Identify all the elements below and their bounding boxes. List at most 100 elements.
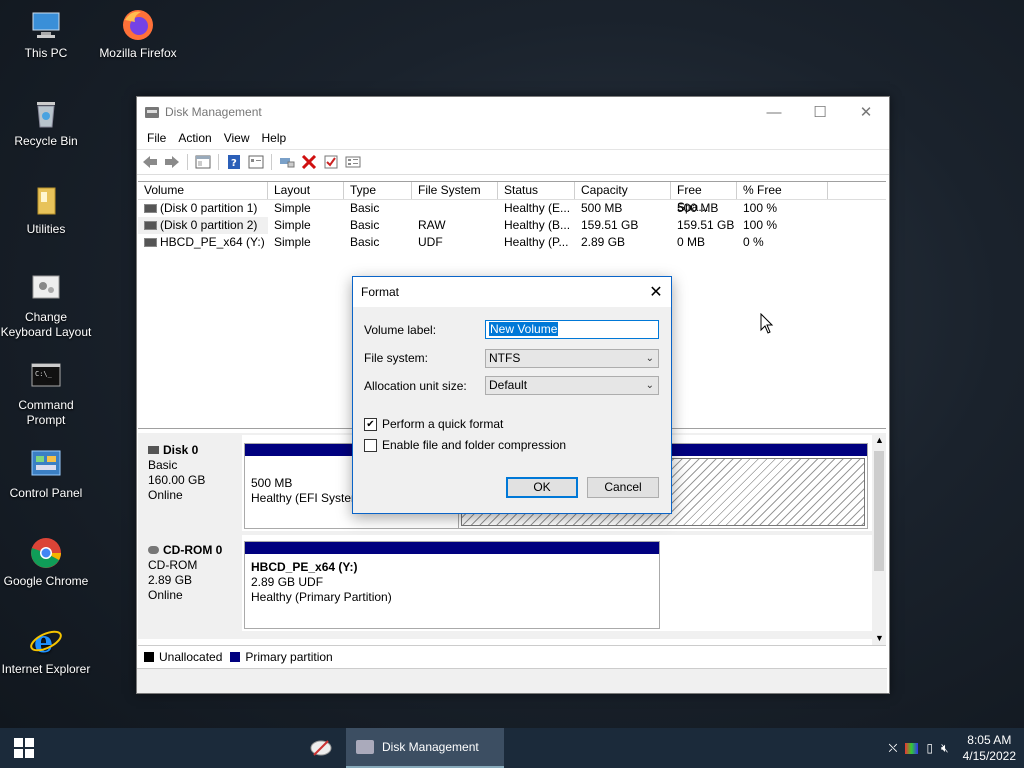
- forward-icon[interactable]: [163, 154, 181, 170]
- desktop-icon-control-panel[interactable]: Control Panel: [0, 448, 92, 501]
- desktop-icon-utilities[interactable]: Utilities: [0, 184, 92, 237]
- column-header-layout[interactable]: Layout: [268, 182, 344, 199]
- menu-file[interactable]: File: [141, 131, 172, 145]
- window-title: Disk Management: [165, 105, 262, 119]
- system-tray: ⛌ ▯ 🔇︎ 8:05 AM 4/15/2022: [888, 728, 1016, 768]
- taskbar-pinned-app[interactable]: [306, 728, 338, 768]
- internet-explorer-icon: e: [29, 624, 63, 660]
- desktop-icon-firefox[interactable]: Mozilla Firefox: [92, 8, 184, 61]
- desktop-icon-google-chrome[interactable]: Google Chrome: [0, 536, 92, 589]
- disk-size: 2.89 GB: [148, 573, 193, 587]
- cell-percent-free: 100 %: [743, 218, 778, 232]
- quick-format-checkbox[interactable]: ✔ Perform a quick format: [364, 417, 503, 431]
- dialog-title: Format: [361, 285, 400, 299]
- file-system-select[interactable]: NTFS ⌄: [485, 349, 659, 368]
- desktop-icon-recycle-bin[interactable]: Recycle Bin: [0, 96, 92, 149]
- dialog-titlebar[interactable]: Format ✕: [353, 277, 671, 307]
- usb-icon[interactable]: ▯: [926, 741, 933, 755]
- column-header-type[interactable]: Type: [344, 182, 412, 199]
- cell-file-system: [412, 200, 498, 217]
- svg-text:?: ?: [231, 158, 237, 169]
- console-tree-icon[interactable]: [194, 154, 212, 170]
- clock[interactable]: 8:05 AM 4/15/2022: [963, 732, 1016, 764]
- view-icon[interactable]: [344, 154, 362, 170]
- desktop-icon-label: Internet Explorer: [1, 662, 91, 676]
- desktop-icon-label-line1: Change: [24, 310, 68, 324]
- file-system-caption: File system:: [364, 351, 429, 365]
- column-header-status[interactable]: Status: [498, 182, 575, 199]
- check-icon[interactable]: [322, 154, 340, 170]
- disk-type: CD-ROM: [148, 558, 198, 572]
- column-header-percent-free[interactable]: % Free: [737, 182, 828, 199]
- svg-text:e: e: [34, 625, 53, 658]
- column-header-file-system[interactable]: File System: [412, 182, 498, 199]
- connect-icon[interactable]: [278, 154, 296, 170]
- desktop-icon-label-line2: Keyboard Layout: [0, 325, 92, 339]
- close-button[interactable]: ✕: [843, 97, 889, 127]
- menu-help[interactable]: Help: [256, 131, 293, 145]
- partition-hbcd[interactable]: HBCD_PE_x64 (Y:) 2.89 GB UDF Healthy (Pr…: [244, 541, 660, 629]
- scrollbar-thumb[interactable]: [874, 451, 884, 571]
- dialog-close-button[interactable]: ✕: [641, 277, 671, 307]
- ok-button[interactable]: OK: [506, 477, 578, 498]
- desktop-icon-internet-explorer[interactable]: e Internet Explorer: [0, 624, 92, 677]
- table-row[interactable]: (Disk 0 partition 1) Simple Basic Health…: [138, 200, 886, 217]
- partition-status: Healthy (Primary Partition): [251, 590, 392, 604]
- column-header-volume[interactable]: Volume: [138, 182, 268, 199]
- cell-percent-free: 100 %: [743, 201, 778, 215]
- desktop-icon-this-pc[interactable]: This PC: [0, 8, 92, 61]
- disk-type: Basic: [148, 458, 178, 472]
- allocation-unit-select[interactable]: Default ⌄: [485, 376, 659, 395]
- scroll-up-icon[interactable]: ▲: [875, 435, 884, 445]
- table-row[interactable]: (Disk 0 partition 2) Simple Basic RAW He…: [138, 217, 886, 234]
- firefox-icon: [121, 8, 155, 42]
- windows-logo-icon: [14, 738, 34, 758]
- disk-status: Online: [148, 488, 183, 502]
- unallocated-swatch: [144, 651, 154, 662]
- maximize-button[interactable]: ☐: [797, 97, 843, 127]
- column-header-capacity[interactable]: Capacity: [575, 182, 671, 199]
- cell-capacity: 159.51 GB: [581, 218, 639, 232]
- menu-view[interactable]: View: [218, 131, 256, 145]
- cd-drive-icon: [148, 546, 159, 554]
- cdrom-0-info[interactable]: CD-ROM 0 CD-ROM 2.89 GB Online: [138, 535, 242, 631]
- scroll-down-icon[interactable]: ▼: [875, 633, 884, 643]
- menu-action[interactable]: Action: [172, 131, 217, 145]
- display-icon[interactable]: [905, 742, 919, 754]
- volume-label-value: New Volume: [489, 322, 559, 336]
- format-dialog: Format ✕ Volume label: New Volume File s…: [352, 276, 672, 514]
- start-button[interactable]: [0, 728, 48, 768]
- allocation-unit-caption: Allocation unit size:: [364, 379, 467, 393]
- chevron-down-icon: ⌄: [645, 353, 654, 364]
- cell-layout: Simple: [274, 235, 311, 249]
- desktop-icon-change-keyboard-layout[interactable]: Change Keyboard Layout: [0, 272, 92, 340]
- checkbox-checked-icon: ✔: [364, 417, 377, 431]
- disk-name: CD-ROM 0: [163, 543, 223, 557]
- network-icon[interactable]: ⛌: [888, 741, 897, 756]
- cell-status: Healthy (E...: [504, 201, 571, 215]
- legend: Unallocated Primary partition: [138, 645, 886, 667]
- clock-date: 4/15/2022: [962, 749, 1016, 763]
- delete-icon[interactable]: [300, 154, 318, 170]
- back-icon[interactable]: [141, 154, 159, 170]
- compression-checkbox[interactable]: Enable file and folder compression: [364, 438, 566, 452]
- chrome-icon: [29, 536, 63, 570]
- cell-percent-free: 0 %: [743, 235, 764, 249]
- desktop-icon-command-prompt[interactable]: C:\_ Command Prompt: [0, 360, 92, 428]
- disk-0-info[interactable]: Disk 0 Basic 160.00 GB Online: [138, 435, 242, 531]
- column-header-free-space[interactable]: Free Spa...: [671, 182, 737, 214]
- properties-icon[interactable]: [247, 154, 265, 170]
- help-icon[interactable]: ?: [225, 154, 243, 170]
- volume-label-input[interactable]: New Volume: [485, 320, 659, 339]
- cell-free-space: 0 MB: [677, 235, 706, 249]
- taskbar-disk-management[interactable]: Disk Management: [346, 728, 504, 768]
- volume-muted-icon[interactable]: 🔇︎: [941, 741, 949, 756]
- vertical-scrollbar[interactable]: ▲ ▼: [872, 433, 886, 645]
- disk-size: 160.00 GB: [148, 473, 206, 487]
- cell-layout: Simple: [274, 201, 311, 215]
- minimize-button[interactable]: —: [751, 97, 797, 127]
- table-row[interactable]: HBCD_PE_x64 (Y:) Simple Basic UDF Health…: [138, 234, 886, 251]
- window-titlebar[interactable]: Disk Management — ☐ ✕: [137, 97, 889, 127]
- cell-file-system: RAW: [418, 218, 446, 232]
- cancel-button[interactable]: Cancel: [587, 477, 659, 498]
